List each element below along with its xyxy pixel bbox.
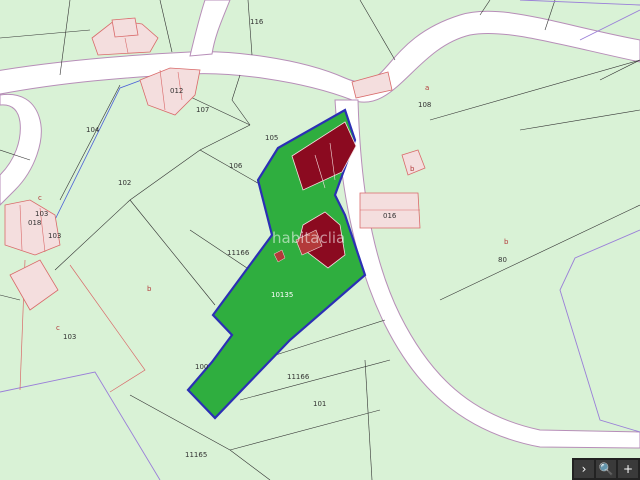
label-103-c: 103 [63,333,76,341]
label-101: 101 [313,400,326,408]
label-80: 80 [498,256,507,264]
next-button[interactable]: › [574,460,594,478]
label-103-b: 103 [48,232,61,240]
search-button[interactable]: 🔍 [596,460,616,478]
zoom-in-button[interactable]: + [618,460,638,478]
label-116: 116 [250,18,264,26]
label-103-a: 103 [35,210,48,218]
label-letter-b-1: b [410,165,415,173]
label-letter-b-3: b [147,285,152,293]
label-107: 107 [196,106,209,114]
label-10135: 10135 [271,291,293,299]
label-letter-b-2: b [504,238,509,246]
label-106: 106 [229,162,243,170]
label-108: 108 [418,101,431,109]
chevron-right-icon: › [581,462,587,476]
label-012: 012 [170,87,183,95]
label-11166-b: 11166 [287,373,310,381]
label-letter-a: a [425,84,429,92]
label-100: 100 [195,363,208,371]
label-11165: 11165 [185,451,207,459]
map-viewport[interactable]: 116 012 107 108 104 105 102 106 103 018 … [0,0,640,480]
label-105: 105 [265,134,278,142]
label-letter-c-1: c [38,194,42,202]
watermark: habitaclia [272,229,345,247]
map-toolbar: › 🔍 + [572,458,640,480]
label-104: 104 [86,126,100,134]
label-018: 018 [28,219,41,227]
label-016: 016 [383,212,397,220]
search-icon: 🔍 [598,462,614,476]
label-11166-a: 11166 [227,249,250,257]
label-102: 102 [118,179,131,187]
zoom-in-icon: + [622,462,634,476]
label-letter-c-2: c [56,324,60,332]
cadastral-map[interactable]: 116 012 107 108 104 105 102 106 103 018 … [0,0,640,480]
